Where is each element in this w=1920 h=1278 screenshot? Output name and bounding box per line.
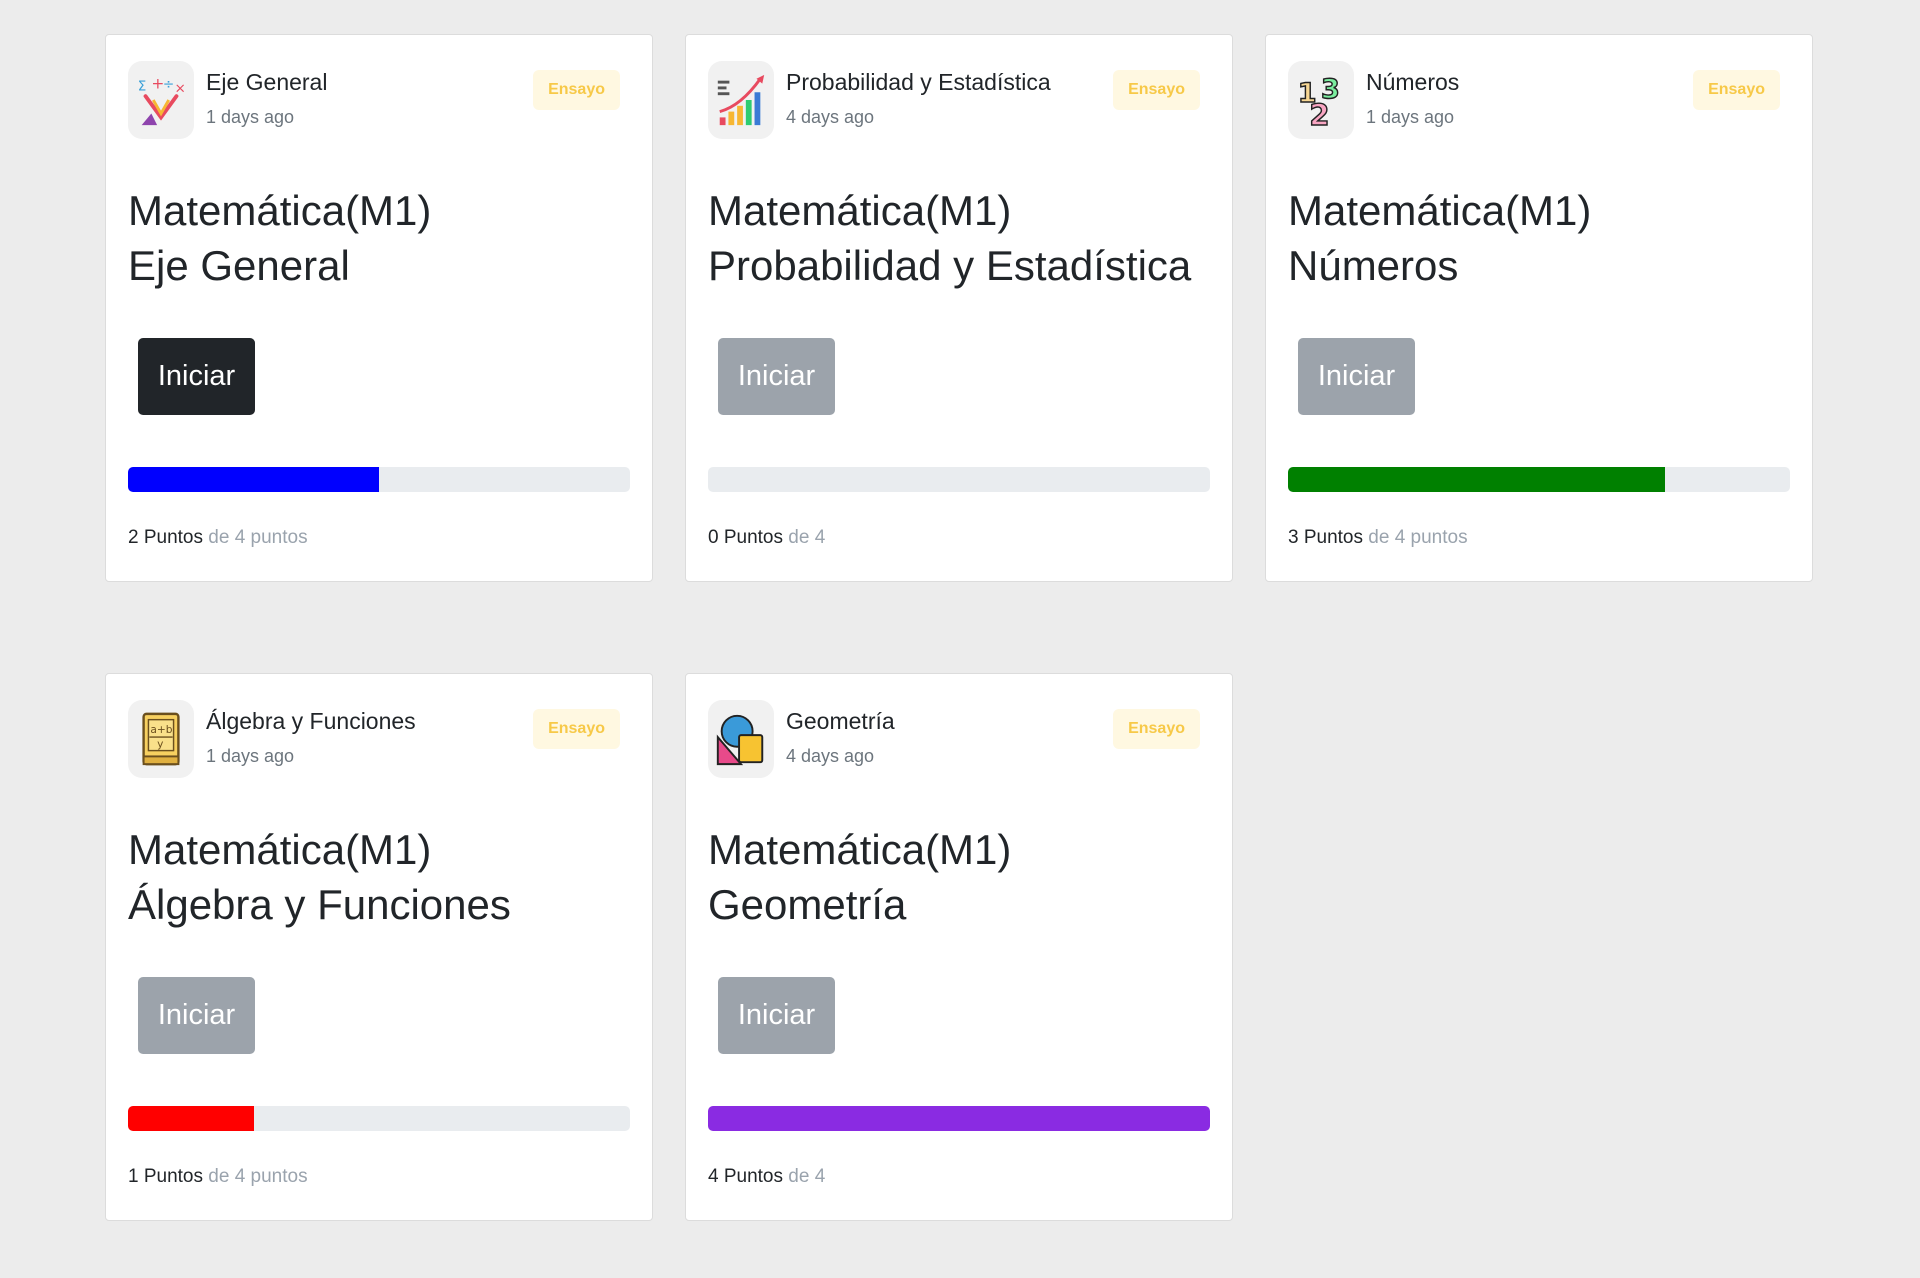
essay-card: Σ + ÷ × Eje General 1 days ago Ensayo Ma… (105, 34, 653, 582)
card-title-topic: Eje General (128, 242, 350, 289)
score-total: de 4 (788, 1166, 826, 1187)
algebra-book-icon: a+b y (128, 700, 194, 778)
start-button[interactable]: Iniciar (138, 977, 255, 1054)
card-title-subject: Matemática(M1) (708, 187, 1012, 234)
score-total: de 4 puntos (208, 1166, 308, 1187)
essay-card: a+b y Álgebra y Funciones 1 days ago Ens… (105, 673, 653, 1221)
start-button[interactable]: Iniciar (718, 977, 835, 1054)
card-topic: Números (1366, 69, 1460, 95)
card-header: Σ + ÷ × Eje General 1 days ago Ensayo (128, 61, 630, 141)
card-title-topic: Álgebra y Funciones (128, 881, 511, 928)
card-title: Matemática(M1) Álgebra y Funciones (128, 822, 632, 932)
score-value: 1 Puntos (128, 1166, 203, 1187)
card-timestamp: 1 days ago (206, 107, 295, 127)
numbers-123-icon: 1 3 2 (1288, 61, 1354, 139)
card-header: Probabilidad y Estadística 4 days ago En… (708, 61, 1210, 141)
score-value: 3 Puntos (1288, 527, 1363, 548)
essay-card: 1 3 2 Números 1 days ago Ensayo Matemáti… (1265, 34, 1813, 582)
score-value: 2 Puntos (128, 527, 203, 548)
progress-bar-fill (128, 1106, 254, 1131)
essay-card: Probabilidad y Estadística 4 days ago En… (685, 34, 1233, 582)
score-text: 1 Puntos de 4 puntos (128, 1166, 308, 1188)
score-text: 3 Puntos de 4 puntos (1288, 527, 1468, 549)
card-header: Geometría 4 days ago Ensayo (708, 700, 1210, 780)
card-title-subject: Matemática(M1) (1288, 187, 1592, 234)
status-badge: Ensayo (1693, 70, 1780, 110)
score-value: 4 Puntos (708, 1166, 783, 1187)
progress-bar-fill (1288, 467, 1665, 492)
score-value: 0 Puntos (708, 527, 783, 548)
card-title: Matemática(M1) Probabilidad y Estadístic… (708, 183, 1212, 293)
start-button[interactable]: Iniciar (1298, 338, 1415, 415)
card-title: Matemática(M1) Geometría (708, 822, 1212, 932)
svg-text:a+b: a+b (150, 723, 172, 736)
score-text: 2 Puntos de 4 puntos (128, 527, 308, 549)
card-topic: Probabilidad y Estadística (786, 69, 1051, 95)
card-title-topic: Geometría (708, 881, 907, 928)
card-title-subject: Matemática(M1) (128, 187, 432, 234)
status-badge: Ensayo (533, 709, 620, 749)
card-title-subject: Matemática(M1) (708, 826, 1012, 873)
card-topic: Álgebra y Funciones (206, 708, 416, 734)
card-header: a+b y Álgebra y Funciones 1 days ago Ens… (128, 700, 630, 780)
card-title-topic: Probabilidad y Estadística (708, 242, 1192, 289)
start-button[interactable]: Iniciar (138, 338, 255, 415)
svg-text:Σ: Σ (138, 78, 147, 94)
svg-text:2: 2 (1309, 98, 1329, 129)
svg-text:×: × (175, 80, 186, 96)
score-total: de 4 (788, 527, 826, 548)
status-badge: Ensayo (1113, 709, 1200, 749)
score-total: de 4 puntos (208, 527, 308, 548)
card-timestamp: 1 days ago (1366, 107, 1455, 127)
card-timestamp: 4 days ago (786, 746, 875, 766)
status-badge: Ensayo (1113, 70, 1200, 110)
essay-card: Geometría 4 days ago Ensayo Matemática(M… (685, 673, 1233, 1221)
math-symbols-icon: Σ + ÷ × (128, 61, 194, 139)
progress-bar (708, 467, 1210, 492)
card-title-subject: Matemática(M1) (128, 826, 432, 873)
progress-bar (128, 467, 630, 492)
svg-text:y: y (157, 738, 163, 751)
card-title: Matemática(M1) Números (1288, 183, 1792, 293)
svg-text:÷: ÷ (163, 76, 174, 92)
score-text: 4 Puntos de 4 (708, 1166, 825, 1188)
geometry-shapes-icon (708, 700, 774, 778)
card-header: 1 3 2 Números 1 days ago Ensayo (1288, 61, 1790, 141)
card-timestamp: 1 days ago (206, 746, 295, 766)
card-title-topic: Números (1288, 242, 1459, 289)
bar-chart-icon (708, 61, 774, 139)
essay-card-grid: Σ + ÷ × Eje General 1 days ago Ensayo Ma… (0, 0, 1920, 1278)
start-button[interactable]: Iniciar (718, 338, 835, 415)
score-text: 0 Puntos de 4 (708, 527, 825, 549)
card-title: Matemática(M1) Eje General (128, 183, 632, 293)
progress-bar-fill (128, 467, 379, 492)
status-badge: Ensayo (533, 70, 620, 110)
progress-bar-fill (708, 1106, 1210, 1131)
card-timestamp: 4 days ago (786, 107, 875, 127)
progress-bar (128, 1106, 630, 1131)
progress-bar (1288, 467, 1790, 492)
card-topic: Eje General (206, 69, 328, 95)
score-total: de 4 puntos (1368, 527, 1468, 548)
progress-bar (708, 1106, 1210, 1131)
card-topic: Geometría (786, 708, 895, 734)
